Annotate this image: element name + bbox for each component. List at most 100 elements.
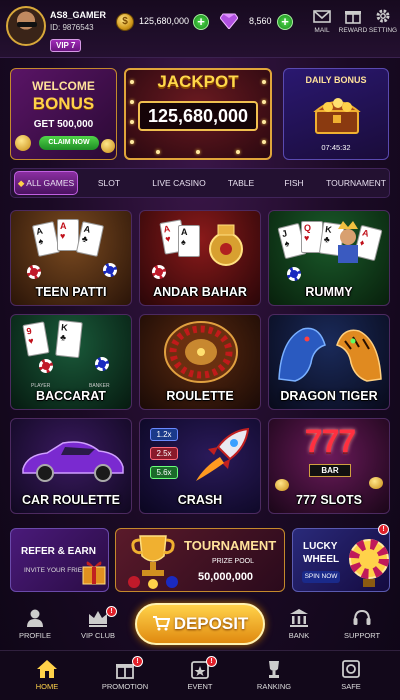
game-dragon-tiger[interactable]: DRAGON TIGER: [268, 314, 390, 410]
marquee-bulb: [130, 120, 134, 124]
nav-label: RANKING: [256, 682, 292, 691]
claim-now-button[interactable]: CLAIM NOW: [39, 136, 99, 150]
promotion-nav-button[interactable]: PROMOTION: [100, 659, 150, 691]
jackpot-banner[interactable]: JACKPOT 125,680,000: [124, 68, 272, 160]
coin-pile-icon: [101, 139, 115, 153]
poker-chip: [152, 265, 166, 279]
playing-card: A ♠: [31, 221, 61, 257]
reward-button[interactable]: REWARD: [336, 8, 370, 34]
poker-chip: [103, 263, 117, 277]
bank-nav-button[interactable]: BANK: [274, 608, 324, 640]
jackpot-title: JACKPOT: [157, 72, 239, 91]
nav-label: BANK: [288, 631, 310, 640]
promotion-alert-badge: !: [132, 656, 143, 667]
poker-chip: [95, 357, 109, 371]
user-id: ID: 9876543: [50, 23, 94, 32]
game-andar-bahar[interactable]: A ♥ A ♠ ANDAR BAHAR: [139, 210, 261, 306]
daily-bonus-banner[interactable]: DAILY BONUS 07:45:32: [283, 68, 389, 160]
tab-all-games[interactable]: ◆ ALL GAMES: [14, 171, 78, 195]
game-crash[interactable]: 1.2x 2.5x 5.6x CRASH: [139, 418, 261, 514]
deposit-label: DEPOSIT: [173, 614, 249, 633]
nav-label: EVENT: [187, 682, 213, 691]
ranking-nav-button[interactable]: RANKING: [249, 659, 299, 691]
refer-title: REFER & EARN: [21, 546, 97, 557]
prize-pool-label: PRIZE POOL: [212, 558, 255, 565]
spin-now-button[interactable]: SPIN NOW: [302, 571, 340, 583]
prize-wheel-icon: [349, 539, 389, 587]
category-tabs: ◆ ALL GAMES SLOT LIVE CASINO TABLE FISH …: [10, 168, 390, 198]
bar-symbol: BAR: [309, 464, 351, 477]
playing-card: A ♠: [178, 225, 200, 257]
prize-pool-value: 50,000,000: [198, 571, 254, 583]
tab-table[interactable]: TABLE: [221, 169, 261, 197]
game-rummy[interactable]: J ♠ Q ♥ K ♣ A ♦ RUMMY: [268, 210, 390, 306]
tournament-banner[interactable]: TOURNAMENT PRIZE POOL 50,000,000: [115, 528, 285, 592]
game-name: TEEN PATTI: [35, 285, 107, 299]
marquee-bulb: [262, 140, 266, 144]
nav-label: SUPPORT: [343, 631, 381, 640]
sports-car-icon: [22, 441, 124, 482]
tab-live-casino[interactable]: LIVE CASINO: [144, 169, 214, 197]
multiplier-badge: 1.2x: [150, 428, 178, 441]
marquee-bulb: [262, 120, 266, 124]
game-car-roulette[interactable]: CAR ROULETTE: [10, 418, 132, 514]
mail-button[interactable]: MAIL: [305, 8, 339, 34]
profile-nav-button[interactable]: PROFILE: [10, 608, 60, 640]
marquee-bulb: [130, 100, 134, 104]
home-nav-button[interactable]: HOME: [22, 659, 72, 691]
playing-card: A ♥: [57, 219, 79, 251]
game-roulette[interactable]: ROULETTE: [139, 314, 261, 410]
setting-label: SETTING: [368, 27, 398, 34]
tab-tournament[interactable]: TOURNAMENT: [323, 169, 389, 197]
tournament-title: TOURNAMENT: [184, 538, 277, 553]
daily-bonus-title: DAILY BONUS: [305, 75, 367, 85]
gift-box-icon: [82, 561, 106, 585]
top-bar: AS8_GAMER ID: 9876543 VIP 7 $ 125,680,00…: [0, 0, 400, 58]
coin-pile-icon: [369, 477, 383, 489]
username: AS8_GAMER: [50, 10, 107, 20]
gear-icon: [376, 9, 390, 23]
game-name: DRAGON TIGER: [280, 389, 378, 403]
vip-club-alert-badge: !: [106, 606, 117, 617]
avatar[interactable]: [6, 6, 46, 46]
welcome-line2: BONUS: [32, 94, 95, 113]
refer-earn-banner[interactable]: REFER & EARN INVITE YOUR FRIEND: [10, 528, 109, 592]
tab-label: ALL GAMES: [26, 178, 75, 188]
trophy-icon: [128, 535, 178, 589]
playing-card: 9 ♥: [22, 321, 50, 357]
lucky-wheel-alert-badge: !: [378, 524, 389, 535]
coin-icon: $: [116, 13, 134, 31]
poker-chip: [27, 265, 41, 279]
game-baccarat[interactable]: 9 ♥ K ♣ PLAYER BANKER BACCARAT: [10, 314, 132, 410]
multiplier-badge: 2.5x: [150, 447, 178, 460]
bank-icon: [290, 609, 308, 627]
marquee-bulb: [130, 140, 134, 144]
tab-fish[interactable]: FISH: [276, 169, 312, 197]
setting-button[interactable]: SETTING: [366, 8, 400, 34]
game-teen-patti[interactable]: A ♠ A ♥ A ♣ TEEN PATTI: [10, 210, 132, 306]
daily-bonus-timer: 07:45:32: [321, 143, 351, 152]
welcome-bonus-banner[interactable]: WELCOME BONUS GET 500,000 CLAIM NOW: [10, 68, 117, 160]
trophy-icon: [269, 661, 279, 678]
game-name: 777 SLOTS: [296, 493, 362, 507]
gem-icon: [220, 13, 238, 29]
add-coins-button[interactable]: +: [193, 14, 209, 30]
mail-label: MAIL: [314, 27, 330, 34]
add-gems-button[interactable]: +: [277, 14, 293, 30]
support-nav-button[interactable]: SUPPORT: [337, 608, 387, 640]
dragon-tiger-art: [278, 327, 382, 382]
tab-slot[interactable]: SLOT: [89, 169, 129, 197]
lucky-wheel-banner[interactable]: LUCKY WHEEL SPIN NOW: [292, 528, 390, 592]
game-name: RUMMY: [305, 285, 353, 299]
vip-badge[interactable]: VIP 7: [50, 39, 82, 52]
reward-label: REWARD: [338, 27, 368, 34]
deposit-button[interactable]: DEPOSIT: [135, 603, 265, 645]
event-alert-badge: !: [206, 656, 217, 667]
sevens-symbol: 777: [304, 423, 356, 459]
game-777-slots[interactable]: 777 BAR 777 SLOTS: [268, 418, 390, 514]
gem-balance: 8,560: [249, 16, 272, 26]
safe-nav-button[interactable]: SAFE: [326, 659, 376, 691]
event-nav-button[interactable]: EVENT: [175, 659, 225, 691]
marquee-bulb: [196, 150, 200, 154]
king-figure-icon: [338, 221, 358, 263]
